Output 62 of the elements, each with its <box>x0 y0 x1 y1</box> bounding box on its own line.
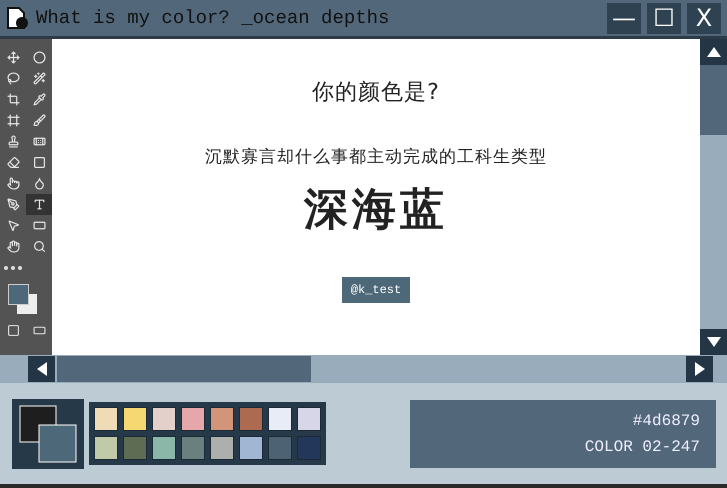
palette-swatch[interactable] <box>123 436 147 460</box>
finger-icon <box>6 177 20 190</box>
scroll-right-button[interactable] <box>686 356 713 382</box>
description-text: 沉默寡言却什么事都主动完成的工科生类型 <box>205 146 547 168</box>
color-code: COLOR 02-247 <box>584 438 700 456</box>
scroll-down-button[interactable] <box>700 329 727 355</box>
palette-swatch[interactable] <box>181 407 205 431</box>
close-button[interactable]: X <box>687 2 721 34</box>
palette-swatch[interactable] <box>210 436 234 460</box>
palette-swatch[interactable] <box>210 407 234 431</box>
up-triangle-icon <box>706 46 722 58</box>
eraser-icon <box>6 156 20 169</box>
drop-icon <box>32 177 46 190</box>
palette-swatch[interactable] <box>268 407 292 431</box>
search-icon <box>32 240 46 253</box>
dots-icon <box>4 266 22 270</box>
palette-swatch[interactable] <box>239 436 263 460</box>
type-tool-button[interactable] <box>26 194 52 215</box>
down-triangle-icon <box>706 336 722 348</box>
app-icon <box>6 6 30 30</box>
palette-swatch[interactable] <box>268 436 292 460</box>
pointer-icon <box>6 219 20 232</box>
square-icon <box>6 324 20 337</box>
lasso-icon <box>6 72 20 85</box>
minimize-button[interactable]: — <box>607 2 641 34</box>
hex-code: #4d6879 <box>632 412 700 430</box>
stamp-icon <box>6 135 20 148</box>
left-triangle-icon <box>36 361 48 377</box>
palette-swatch[interactable] <box>297 436 321 460</box>
color-swatches-drawing[interactable] <box>8 284 38 314</box>
pen-icon <box>6 198 20 211</box>
palette-swatch[interactable] <box>181 436 205 460</box>
brush-icon <box>32 114 46 127</box>
color-swatches-drawing[interactable] <box>19 404 77 462</box>
type-icon <box>32 198 46 211</box>
palette-swatch[interactable] <box>94 407 118 431</box>
scroll-up-button[interactable] <box>700 39 727 65</box>
wand-icon <box>32 72 46 85</box>
vertical-scroll-thumb[interactable] <box>700 65 727 135</box>
hand-icon <box>6 240 20 253</box>
result-title: 深海蓝 <box>304 183 448 237</box>
ellipse-icon <box>32 51 46 64</box>
right-triangle-icon <box>694 361 706 377</box>
rectangle-icon <box>32 219 46 232</box>
eyedropper-icon <box>32 93 46 106</box>
rectangle-icon <box>32 324 46 337</box>
move-icon <box>6 51 20 64</box>
palette-swatch[interactable] <box>152 407 176 431</box>
window-title: What is my color? _ocean depths <box>36 7 390 29</box>
horizontal-scroll-thumb[interactable] <box>57 356 311 382</box>
maximize-button[interactable]: ☐ <box>647 2 681 34</box>
palette-swatch[interactable] <box>94 436 118 460</box>
palette-swatch[interactable] <box>123 407 147 431</box>
palette-swatch[interactable] <box>297 407 321 431</box>
palette-swatch[interactable] <box>152 436 176 460</box>
scroll-left-button[interactable] <box>28 356 55 382</box>
author-tag: @k_test <box>342 277 410 303</box>
crop-icon <box>6 93 20 106</box>
palette-swatch[interactable] <box>239 407 263 431</box>
bandage-icon <box>32 135 46 148</box>
frame-icon <box>6 114 20 127</box>
question-heading: 你的颜色是? <box>312 79 440 107</box>
